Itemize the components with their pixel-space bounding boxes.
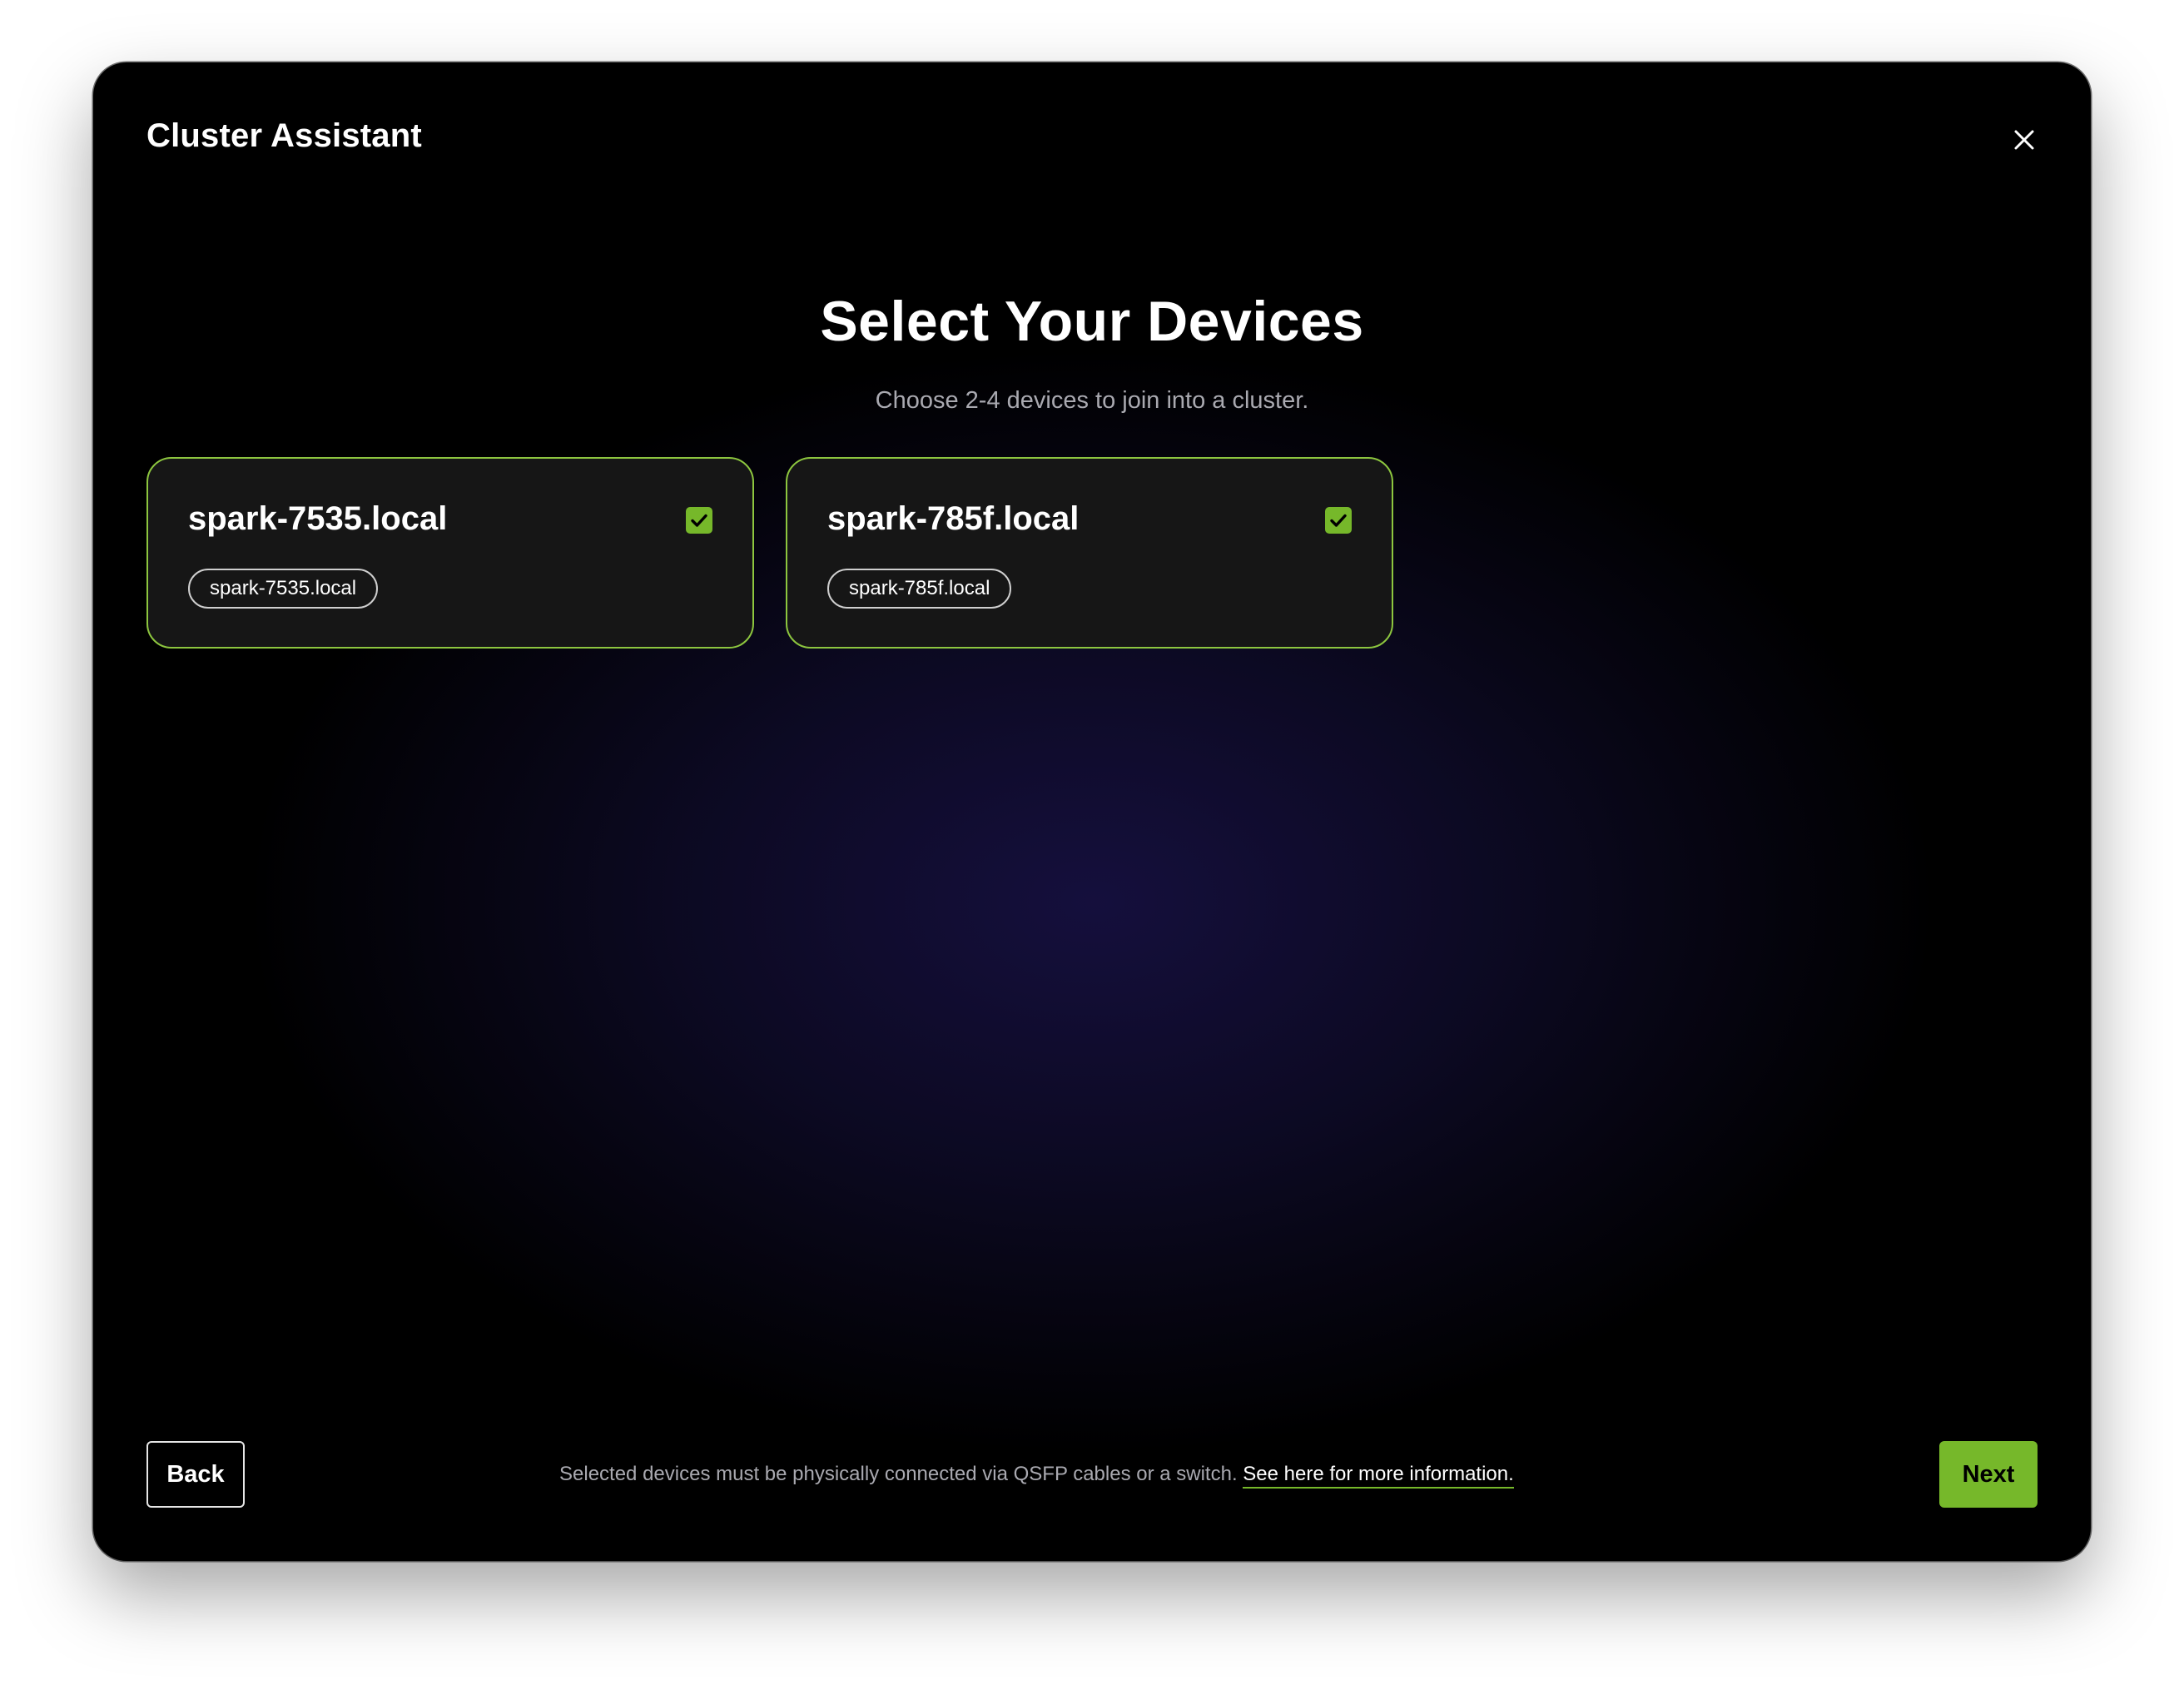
next-button[interactable]: Next [1939,1441,2038,1508]
back-button[interactable]: Back [146,1441,245,1508]
device-name: spark-785f.local [827,500,1080,537]
more-information-link[interactable]: See here for more information. [1243,1463,1514,1489]
cluster-assistant-dialog: Cluster Assistant Select Your Devices Ch… [93,62,2091,1561]
page-subtitle: Choose 2-4 devices to join into a cluste… [875,387,1309,414]
device-card-spark-785f[interactable]: spark-785f.local spark-785f.local [786,457,1393,649]
checkmark-icon [1325,507,1352,534]
device-name: spark-7535.local [188,500,448,537]
close-button[interactable] [2009,125,2039,155]
page-title: Select Your Devices [820,290,1364,353]
connection-note-text: Selected devices must be physically conn… [559,1463,1243,1485]
device-checkbox[interactable] [1325,507,1352,534]
connection-note: Selected devices must be physically conn… [559,1458,1514,1491]
device-hostname-tag: spark-785f.local [827,569,1012,609]
dialog-title: Cluster Assistant [146,117,422,154]
device-card-spark-7535[interactable]: spark-7535.local spark-7535.local [146,457,754,649]
device-hostname-tag: spark-7535.local [188,569,379,609]
checkmark-icon [686,507,712,534]
close-icon [2009,125,2039,155]
device-checkbox[interactable] [686,507,712,534]
